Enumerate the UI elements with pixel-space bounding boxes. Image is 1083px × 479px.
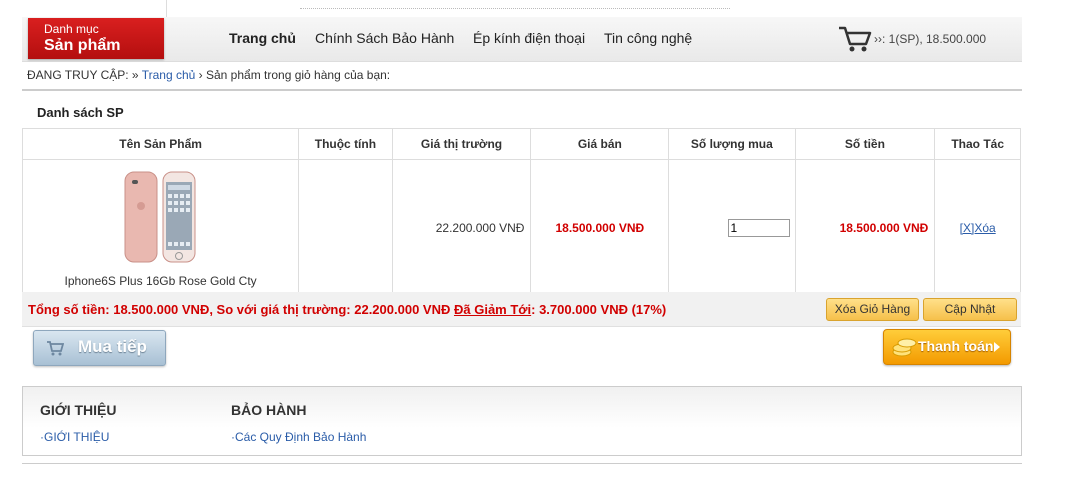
col-sale-price: Giá bán bbox=[530, 128, 670, 160]
quantity-cell bbox=[668, 159, 796, 297]
breadcrumb-prefix: ĐANG TRUY CẬP: » bbox=[27, 68, 139, 82]
col-product-name: Tên Sản Phẩm bbox=[21, 128, 300, 160]
total-summary: Tổng số tiền: 18.500.000 VNĐ, So với giá… bbox=[28, 302, 666, 317]
quantity-input[interactable] bbox=[727, 219, 790, 237]
discount-label: Đã Giảm Tới bbox=[453, 302, 532, 317]
product-name[interactable]: Iphone6S Plus 16Gb Rose Gold Cty bbox=[24, 274, 297, 288]
amount-value: 18.500.000 VNĐ bbox=[839, 221, 929, 235]
attributes-cell bbox=[298, 159, 393, 297]
update-cart-button[interactable]: Cập Nhật bbox=[923, 298, 1017, 321]
col-amount: Số tiền bbox=[794, 128, 936, 160]
actions-cell: [X]Xóa bbox=[934, 159, 1021, 297]
total-summary-part1: Tổng số tiền: 18.500.000 VNĐ, So với giá… bbox=[28, 302, 451, 317]
col-attributes: Thuộc tính bbox=[298, 128, 393, 160]
footer-heading-about: GIỚI THIỆU bbox=[40, 402, 117, 418]
col-quantity: Số lượng mua bbox=[668, 128, 796, 160]
cart-table: Tên Sản Phẩm Thuộc tính Giá thị trường G… bbox=[21, 128, 1021, 297]
breadcrumb-home-link[interactable]: Trang chủ bbox=[142, 68, 196, 82]
footer-heading-warranty: BẢO HÀNH bbox=[231, 402, 307, 418]
footer-col-about: GIỚI THIỆU ·GIỚI THIỆU bbox=[40, 402, 117, 444]
cart-table-header: Tên Sản Phẩm Thuộc tính Giá thị trường G… bbox=[21, 128, 1021, 160]
nav-warranty-policy[interactable]: Chính Sách Bảo Hành bbox=[315, 30, 454, 46]
nav-screen-protector[interactable]: Ép kính điện thoại bbox=[473, 30, 585, 46]
top-divider bbox=[300, 0, 730, 9]
continue-shopping-label: Mua tiếp bbox=[78, 337, 147, 356]
checkout-button[interactable]: Thanh toán bbox=[883, 329, 1011, 365]
delete-item-link[interactable]: [X]Xóa bbox=[960, 221, 996, 235]
total-bar: Tổng số tiền: 18.500.000 VNĐ, So với giá… bbox=[22, 292, 1021, 327]
sale-price-value: 18.500.000 VNĐ bbox=[555, 221, 645, 235]
product-image[interactable] bbox=[121, 168, 201, 268]
clear-cart-button[interactable]: Xóa Giỏ Hàng bbox=[826, 298, 919, 321]
table-row: Iphone6S Plus 16Gb Rose Gold Cty 22.200.… bbox=[21, 159, 1021, 297]
amount-cell: 18.500.000 VNĐ bbox=[794, 159, 936, 297]
col-market-price: Giá thị trường bbox=[391, 128, 532, 160]
nav-tech-news[interactable]: Tin công nghệ bbox=[604, 30, 692, 46]
total-summary-part2: : 3.700.000 VNĐ (17%) bbox=[531, 302, 667, 317]
coins-icon bbox=[892, 338, 917, 357]
footer-col-warranty: BẢO HÀNH ·Các Quy Định Bảo Hành bbox=[231, 402, 366, 444]
footer-divider bbox=[22, 463, 1022, 464]
continue-shopping-button[interactable]: Mua tiếp bbox=[33, 330, 166, 366]
top-divider-vertical bbox=[166, 0, 167, 18]
cart-icon[interactable] bbox=[838, 25, 872, 53]
sale-price: 18.500.000 VNĐ bbox=[530, 159, 670, 297]
product-cell: Iphone6S Plus 16Gb Rose Gold Cty bbox=[21, 159, 300, 297]
checkout-label: Thanh toán bbox=[918, 338, 994, 354]
cart-summary[interactable]: ››: 1(SP), 18.500.000 bbox=[874, 32, 986, 46]
footer: GIỚI THIỆU ·GIỚI THIỆU BẢO HÀNH ·Các Quy… bbox=[22, 386, 1022, 456]
nav-home[interactable]: Trang chủ bbox=[229, 30, 296, 46]
market-price: 22.200.000 VNĐ bbox=[391, 159, 532, 297]
header-bar: Danh mục Sản phẩm Trang chủ Chính Sách B… bbox=[22, 17, 1022, 62]
arrow-right-icon bbox=[994, 342, 1000, 352]
category-label-large: Sản phẩm bbox=[44, 37, 121, 54]
category-menu-button[interactable]: Danh mục Sản phẩm bbox=[28, 18, 164, 59]
cart-icon bbox=[47, 341, 64, 356]
category-label-small: Danh mục bbox=[44, 22, 99, 36]
breadcrumb-current: › Sản phẩm trong giỏ hàng của bạn: bbox=[198, 68, 391, 82]
footer-link-warranty[interactable]: ·Các Quy Định Bảo Hành bbox=[231, 430, 366, 444]
col-actions: Thao Tác bbox=[934, 128, 1021, 160]
footer-link-about[interactable]: ·GIỚI THIỆU bbox=[40, 430, 117, 444]
divider bbox=[22, 89, 1022, 91]
breadcrumb: ĐANG TRUY CẬP: » Trang chủ › Sản phẩm tr… bbox=[27, 68, 390, 82]
cart-list-title: Danh sách SP bbox=[37, 105, 124, 120]
